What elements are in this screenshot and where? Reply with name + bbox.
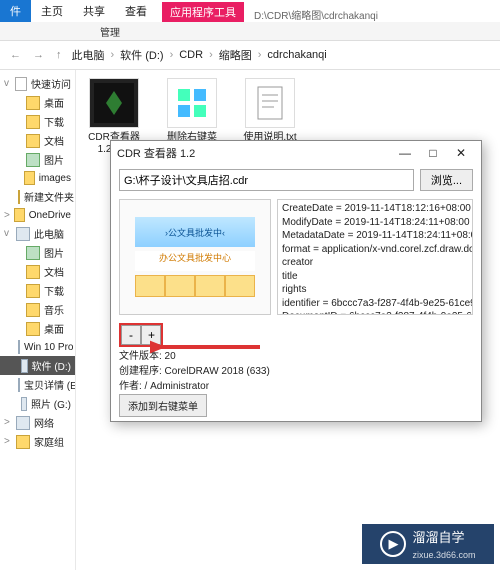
metadata-line: MetadataDate = 2019-11-14T18:24:11+08:00 <box>282 229 468 243</box>
tree-node[interactable]: Win 10 Pro x64 (C <box>0 338 75 356</box>
info-line: 文件版本: 20 <box>119 351 176 362</box>
zoom-controls: - + <box>119 323 163 347</box>
titlebar-path: D:\CDR\缩略图\cdrchakanqi <box>254 7 378 22</box>
tree-node[interactable]: 音乐 <box>0 300 75 319</box>
zoom-in-button[interactable]: + <box>141 325 161 345</box>
metadata-line: ModifyDate = 2019-11-14T18:24:11+08:00 <box>282 216 468 230</box>
preview-swatch <box>135 275 255 297</box>
close-button[interactable]: ✕ <box>447 146 475 160</box>
info-line: 作者: / Administrator <box>119 381 209 392</box>
tree-node[interactable]: v此电脑 <box>0 224 75 243</box>
reg-icon <box>167 78 217 128</box>
tab-home[interactable]: 主页 <box>31 0 73 22</box>
tree-node[interactable]: 图片 <box>0 243 75 262</box>
browse-button[interactable]: 浏览... <box>420 169 473 191</box>
metadata-line: creator <box>282 256 468 270</box>
metadata-line: identifier = 6bccc7a3-f287-4f4b-9e25-61c… <box>282 297 468 311</box>
maximize-button[interactable]: □ <box>419 146 447 160</box>
dialog-titlebar[interactable]: CDR 查看器 1.2 — □ ✕ <box>111 141 481 165</box>
breadcrumb-item[interactable]: cdrchakanqi <box>265 49 328 61</box>
breadcrumb-item[interactable]: CDR <box>177 49 205 61</box>
path-input[interactable] <box>119 169 414 191</box>
metadata-line: CreateDate = 2019-11-14T18:12:16+08:00 <box>282 202 468 216</box>
tab-share[interactable]: 共享 <box>73 0 115 22</box>
tree-node[interactable]: 新建文件夹 (4 <box>0 187 75 206</box>
ribbon-tabs: 件 主页 共享 查看 应用程序工具 D:\CDR\缩略图\cdrchakanqi <box>0 0 500 22</box>
tree-node[interactable]: >家庭组 <box>0 432 75 451</box>
metadata-line: title <box>282 270 468 284</box>
preview-banner: 办公文具批发中心 <box>135 251 255 271</box>
watermark-url: zixue.3d66.com <box>412 550 475 560</box>
watermark: ▶ 溜溜自学 zixue.3d66.com <box>362 524 494 564</box>
address-bar: ← → ↑ 此电脑› 软件 (D:)› CDR› 缩略图› cdrchakanq… <box>0 41 500 70</box>
tab-view[interactable]: 查看 <box>115 0 157 22</box>
tree-node[interactable]: 下载 <box>0 281 75 300</box>
tree-node[interactable]: images <box>0 169 75 187</box>
info-line: 创建程序: CorelDRAW 2018 (633) <box>119 366 270 377</box>
metadata-line: rights <box>282 283 468 297</box>
preview-pane: ›公文具批发中‹ 办公文具批发中心 <box>119 199 271 315</box>
play-icon: ▶ <box>380 531 406 557</box>
nav-back-icon[interactable]: ← <box>6 49 25 61</box>
minimize-button[interactable]: — <box>391 146 419 160</box>
watermark-brand: 溜溜自学 <box>412 530 464 545</box>
tree-node[interactable]: 桌面 <box>0 319 75 338</box>
tree-node[interactable]: 宝贝详情 (E:) <box>0 375 75 394</box>
tree-node[interactable]: >OneDrive <box>0 206 75 224</box>
breadcrumb-item[interactable]: 此电脑 <box>70 47 107 63</box>
metadata-line: format = application/x-vnd.corel.zcf.dra… <box>282 243 468 257</box>
txt-icon <box>245 78 295 128</box>
tree-node[interactable]: 照片 (G:) <box>0 394 75 413</box>
tree-node[interactable]: 桌面 <box>0 93 75 112</box>
cdr-viewer-dialog: CDR 查看器 1.2 — □ ✕ 浏览... ›公文具批发中‹ 办公文具批发中… <box>110 140 482 422</box>
nav-tree[interactable]: v快速访问桌面下载文档图片images新建文件夹 (4>OneDrivev此电脑… <box>0 70 76 570</box>
tree-node[interactable]: 文档 <box>0 131 75 150</box>
preview-banner: ›公文具批发中‹ <box>135 217 255 247</box>
tree-node[interactable]: >网络 <box>0 413 75 432</box>
tree-node[interactable]: 下载 <box>0 112 75 131</box>
zoom-out-button[interactable]: - <box>121 325 141 345</box>
context-tab-group: 应用程序工具 <box>162 2 244 22</box>
tree-node[interactable]: 软件 (D:) <box>0 356 75 375</box>
tree-node[interactable]: v快速访问 <box>0 74 75 93</box>
metadata-pane[interactable]: CreateDate = 2019-11-14T18:12:16+08:00Mo… <box>277 199 473 315</box>
breadcrumb-item[interactable]: 软件 (D:) <box>118 47 165 63</box>
ribbon-context-tab[interactable]: 管理 <box>0 22 500 41</box>
nav-up-icon[interactable]: ↑ <box>52 49 66 61</box>
exe-icon <box>89 78 139 128</box>
tree-node[interactable]: 文档 <box>0 262 75 281</box>
metadata-line: DocumentID = 6bccc7a3-f287-4f4b-9e25-61c… <box>282 310 468 315</box>
breadcrumb-item[interactable]: 缩略图 <box>217 47 254 63</box>
nav-forward-icon[interactable]: → <box>29 49 48 61</box>
tab-file[interactable]: 件 <box>0 0 31 22</box>
tree-node[interactable]: 图片 <box>0 150 75 169</box>
breadcrumb[interactable]: 此电脑› 软件 (D:)› CDR› 缩略图› cdrchakanqi <box>70 47 495 63</box>
file-item-txt[interactable]: 使用说明.txt <box>240 78 300 144</box>
add-context-menu-button[interactable]: 添加到右键菜单 <box>119 394 207 417</box>
dialog-title: CDR 查看器 1.2 <box>117 145 391 161</box>
